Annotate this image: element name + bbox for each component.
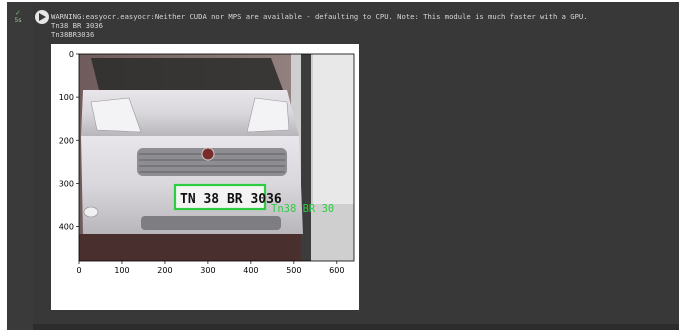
- x-tick-label: 100: [114, 266, 129, 275]
- x-axis: 0 100 200 300 400 500 600: [76, 261, 344, 275]
- car-photo: TN 38 BR 3036 Tn38 BR 30: [79, 54, 354, 261]
- play-icon: [39, 13, 46, 21]
- checkmark-icon: ✓: [15, 9, 21, 17]
- next-cell-divider: [33, 324, 679, 330]
- matplotlib-figure: TN 38 BR 3036 Tn38 BR 30 0 100 200 300 400 50…: [51, 44, 359, 310]
- y-tick-label: 0: [69, 50, 74, 59]
- execution-time: 5s: [14, 17, 22, 24]
- notebook-cell: ✓ 5s WARNING:easyocr.easyocr:Neither CUD…: [7, 2, 679, 330]
- warning-log-line: WARNING:easyocr.easyocr:Neither CUDA nor…: [51, 12, 588, 21]
- y-axis: 0 100 200 300 400: [59, 50, 79, 232]
- x-tick-label: 200: [157, 266, 172, 275]
- plot-canvas: TN 38 BR 3036 Tn38 BR 30 0 100 200 300 400 50…: [59, 50, 355, 275]
- ocr-result-compact-line: Tn38BR3036: [51, 30, 95, 39]
- y-tick-label: 300: [59, 179, 74, 188]
- run-cell-button[interactable]: [35, 10, 49, 24]
- ocr-result-line: Tn38 BR 3036: [51, 21, 103, 30]
- x-tick-label: 300: [200, 266, 215, 275]
- ocr-overlay-text: Tn38 BR 30: [271, 203, 334, 215]
- x-tick-label: 400: [243, 266, 258, 275]
- cell-output: WARNING:easyocr.easyocr:Neither CUDA nor…: [51, 12, 673, 322]
- execution-status: ✓ 5s: [11, 10, 25, 28]
- x-tick-label: 500: [286, 266, 301, 275]
- y-tick-label: 400: [59, 223, 74, 232]
- y-tick-label: 200: [59, 136, 74, 145]
- x-tick-label: 0: [76, 266, 81, 275]
- plate-text: TN 38 BR 3036: [180, 192, 282, 207]
- y-tick-label: 100: [59, 93, 74, 102]
- x-tick-label: 600: [329, 266, 344, 275]
- cell-gutter: ✓ 5s: [7, 2, 33, 330]
